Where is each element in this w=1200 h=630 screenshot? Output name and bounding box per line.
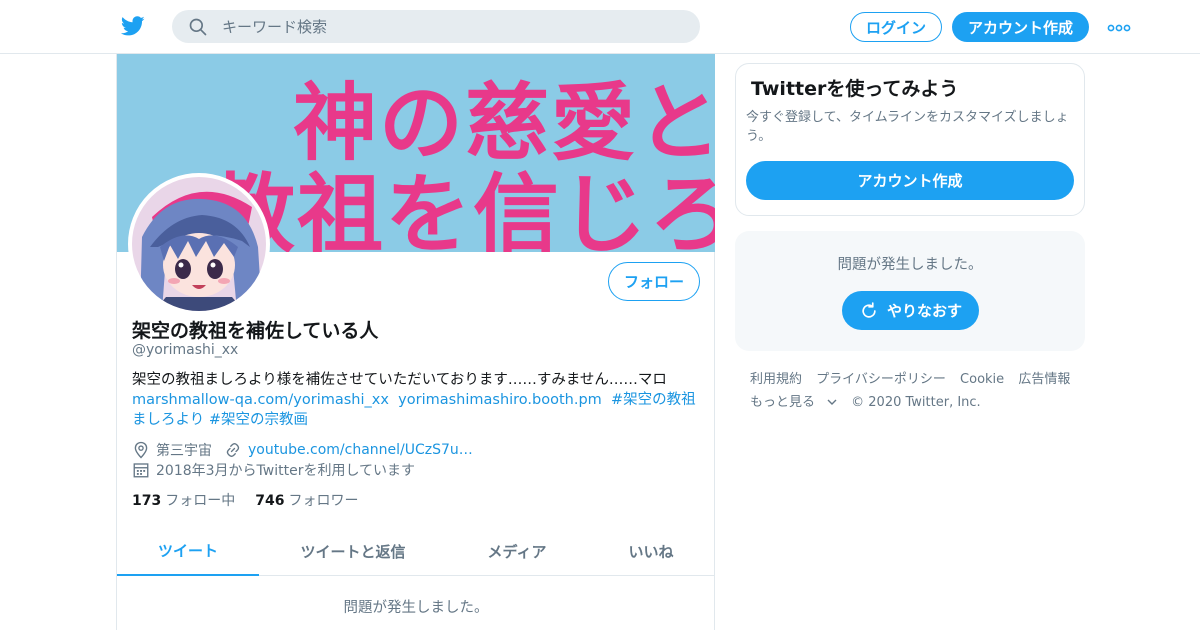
sidebar-error-message: 問題が発生しました。	[837, 257, 983, 273]
profile-handle[interactable]: @yorimashi_xx	[132, 342, 238, 358]
tab-tweets[interactable]: ツイート	[117, 526, 259, 576]
tab-media[interactable]: メディア	[465, 526, 569, 576]
followers-count: 746	[255, 493, 285, 509]
follow-button[interactable]: フォロー	[608, 262, 700, 301]
profile-display-name: 架空の教祖を補佐している人	[132, 320, 379, 342]
twitter-bird-icon[interactable]	[120, 14, 146, 38]
profile-joined: 2018年3月からTwitterを利用しています	[132, 460, 415, 480]
timeline-error-message: 問題が発生しました。	[343, 600, 489, 616]
profile-column: 神の慈愛と 教祖を信じろ フォロー 架空の教祖を補佐している人 @yorimas…	[116, 54, 715, 630]
bio-link-booth[interactable]: yorimashimashiro.booth.pm	[398, 392, 602, 408]
footer-link-terms[interactable]: 利用規約	[750, 372, 802, 387]
following-label: フォロー中	[165, 493, 236, 509]
footer-more-button[interactable]: もっと見る	[750, 395, 837, 410]
footer-link-cookie[interactable]: Cookie	[960, 372, 1004, 387]
followers-label: フォロワー	[288, 493, 359, 509]
avatar[interactable]	[128, 173, 270, 315]
footer-more-label: もっと見る	[750, 395, 816, 410]
more-dots-icon[interactable]	[1107, 24, 1131, 32]
followers-stat[interactable]: 746 フォロワー	[255, 490, 358, 510]
profile-location: 第三宇宙	[156, 443, 212, 459]
footer-link-privacy[interactable]: プライバシーポリシー	[816, 372, 946, 387]
footer-copyright: © 2020 Twitter, Inc.	[851, 395, 981, 410]
sidebar-error-card: 問題が発生しました。 やりなおす	[735, 231, 1085, 351]
tab-likes[interactable]: いいね	[607, 526, 695, 576]
refresh-icon	[862, 301, 876, 318]
signup-card-description: 今すぐ登録して、タイムラインをカスタマイズしましょう。	[746, 110, 1069, 144]
bio-text: 架空の教祖ましろより様を補佐させていただいております……すみません……マロ	[132, 372, 667, 388]
profile-tabs: ツイート ツイートと返信 メディア いいね	[117, 526, 715, 576]
signup-button[interactable]: アカウント作成	[952, 12, 1089, 42]
bio-link-marshmallow[interactable]: marshmallow-qa.com/yorimashi_xx	[132, 392, 389, 408]
footer-link-ads[interactable]: 広告情報	[1018, 372, 1070, 387]
login-button[interactable]: ログイン	[850, 12, 942, 42]
retry-button[interactable]: やりなおす	[842, 291, 979, 330]
search-input[interactable]	[222, 16, 682, 38]
tab-tweets-and-replies[interactable]: ツイートと返信	[285, 526, 421, 576]
joined-date: 2018年3月からTwitterを利用しています	[156, 463, 416, 479]
search-box[interactable]	[172, 10, 700, 43]
signup-card-button[interactable]: アカウント作成	[746, 161, 1074, 200]
profile-meta: 第三宇宙 youtube.com/channel/UCzS7u…	[132, 440, 473, 460]
profile-url[interactable]: youtube.com/channel/UCzS7u…	[248, 442, 473, 458]
calendar-icon	[133, 463, 149, 478]
bio-hashtag[interactable]: #架空の宗教画	[209, 412, 308, 428]
link-icon	[226, 443, 240, 457]
profile-bio: 架空の教祖ましろより様を補佐させていただいております……すみません……マロ mar…	[132, 370, 700, 430]
sidebar-footer: 利用規約 プライバシーポリシー Cookie 広告情報 もっと見る © 2020…	[750, 368, 1090, 414]
signup-card: Twitterを使ってみよう 今すぐ登録して、タイムラインをカスタマイズしましょ…	[735, 63, 1085, 216]
profile-stats: 173 フォロー中 746 フォロワー	[132, 490, 378, 510]
location-icon	[134, 441, 148, 459]
search-icon	[189, 18, 207, 36]
retry-label: やりなおす	[886, 302, 962, 320]
chevron-down-icon	[827, 399, 837, 405]
following-count: 173	[132, 493, 162, 509]
top-bar: ログイン アカウント作成	[0, 0, 1200, 54]
banner-text-line: 教祖を信じろ	[209, 164, 715, 252]
following-stat[interactable]: 173 フォロー中	[132, 490, 235, 510]
signup-card-title: Twitterを使ってみよう	[751, 78, 959, 100]
